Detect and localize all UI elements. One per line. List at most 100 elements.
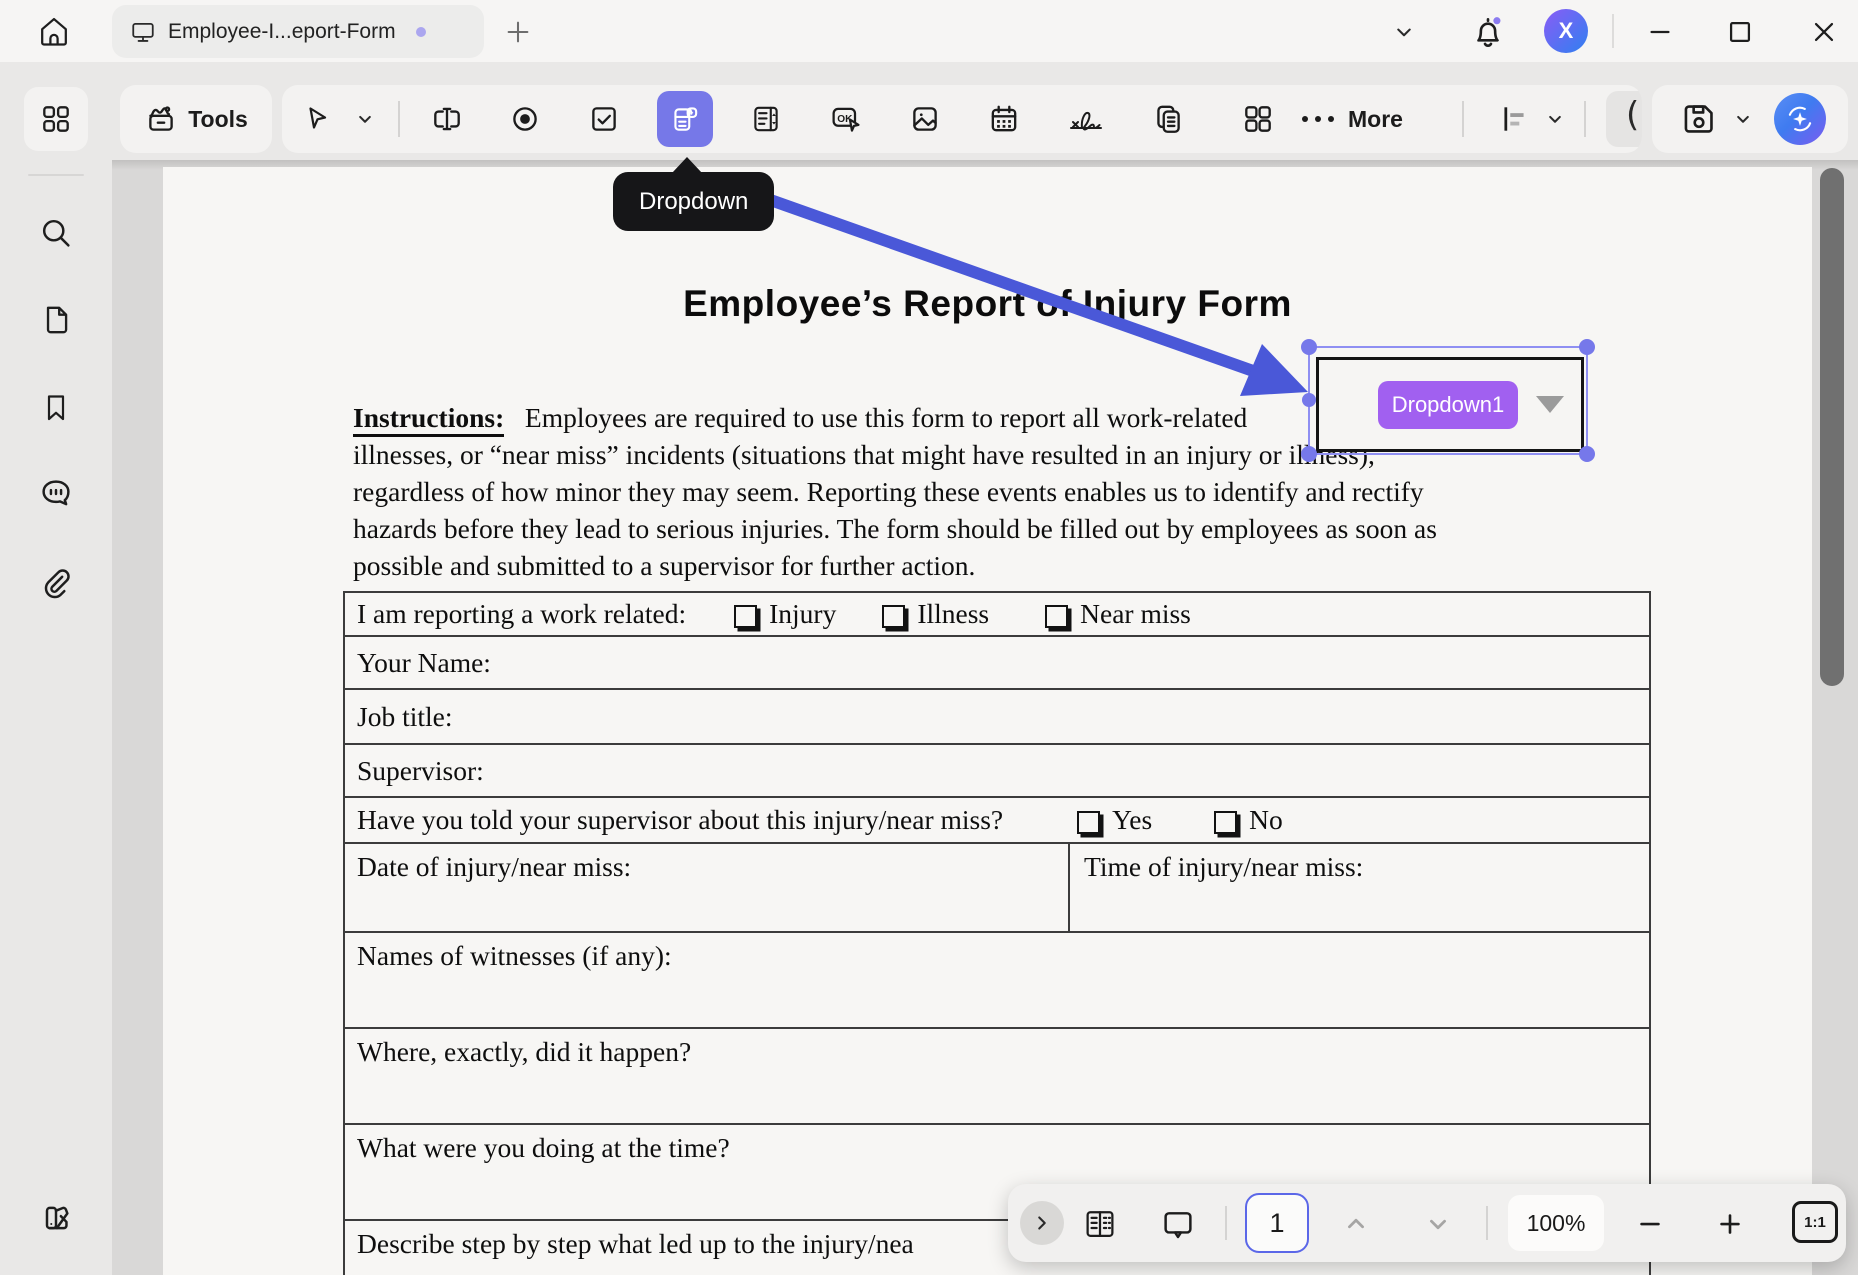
checkbox-glyph bbox=[1045, 605, 1068, 628]
checkbox-glyph bbox=[882, 605, 905, 628]
title-bar: Employee-I...eport-Form bbox=[0, 0, 1858, 62]
home-button[interactable] bbox=[30, 8, 78, 56]
form-tools-group: OK bbox=[282, 85, 1642, 153]
paperclip-icon bbox=[38, 565, 74, 601]
align-tool-button[interactable] bbox=[1494, 99, 1534, 139]
chevron-down-icon bbox=[1423, 1209, 1453, 1239]
avatar-initial: X bbox=[1559, 18, 1574, 44]
checkbox-icon bbox=[587, 102, 621, 136]
copy-fields-tool-button[interactable] bbox=[1140, 91, 1196, 147]
radio-button-tool-button[interactable] bbox=[497, 91, 553, 147]
sidebar-item-attachments[interactable] bbox=[24, 551, 88, 615]
checkbox-glyph bbox=[1214, 811, 1237, 834]
signature-icon bbox=[1066, 99, 1106, 139]
image-field-tool-button[interactable] bbox=[897, 91, 953, 147]
bar-separator bbox=[1486, 1206, 1488, 1240]
actual-size-button[interactable]: 1:1 bbox=[1792, 1201, 1838, 1243]
plus-icon bbox=[503, 17, 533, 47]
page-layout-button[interactable] bbox=[1078, 1204, 1122, 1244]
dropdown1-value[interactable]: Dropdown1 bbox=[1378, 381, 1518, 429]
presentation-icon bbox=[1160, 1206, 1196, 1242]
sidebar-item-search[interactable] bbox=[24, 201, 88, 265]
page-number-input[interactable] bbox=[1245, 1193, 1309, 1253]
minimize-button[interactable] bbox=[1642, 16, 1678, 48]
checkbox-option[interactable]: Near miss bbox=[1045, 598, 1191, 630]
arrange-grid-icon bbox=[1241, 102, 1275, 136]
next-page-button[interactable] bbox=[1416, 1206, 1460, 1242]
list-box-icon bbox=[749, 102, 783, 136]
arrange-fields-tool-button[interactable] bbox=[1230, 91, 1286, 147]
dropdown-arrow-icon[interactable] bbox=[1536, 396, 1564, 413]
table-row[interactable]: Supervisor: bbox=[345, 743, 1649, 796]
zoom-in-button[interactable] bbox=[1706, 1206, 1754, 1242]
save-dropdown[interactable] bbox=[1728, 103, 1758, 135]
color-swatches-icon bbox=[38, 1200, 74, 1236]
align-dropdown[interactable] bbox=[1540, 103, 1570, 135]
sidebar-item-thumbnails[interactable] bbox=[24, 288, 88, 352]
panels-grid-button[interactable] bbox=[24, 87, 88, 151]
more-label: More bbox=[1348, 106, 1403, 133]
row-label: Date of injury/near miss: bbox=[357, 851, 631, 882]
user-avatar[interactable]: X bbox=[1544, 9, 1588, 53]
ai-sparkle-icon bbox=[1783, 102, 1817, 136]
sidebar-item-themes[interactable] bbox=[24, 1186, 88, 1250]
dropdown1-form-field[interactable]: Dropdown1 bbox=[1316, 357, 1584, 452]
sidebar-item-comments[interactable] bbox=[24, 462, 88, 526]
checkbox-option[interactable]: No bbox=[1214, 804, 1283, 836]
document-tab[interactable]: Employee-I...eport-Form bbox=[112, 5, 484, 58]
more-tools-button[interactable]: More bbox=[1300, 91, 1403, 147]
time-cell[interactable]: Time of injury/near miss: bbox=[1068, 844, 1649, 931]
dropdown-tooltip: Dropdown bbox=[613, 172, 774, 231]
toolbar-separator bbox=[1584, 101, 1586, 137]
push-button-icon: OK bbox=[828, 101, 864, 137]
sidebar-item-bookmarks[interactable] bbox=[24, 376, 88, 440]
text-field-icon bbox=[430, 102, 464, 136]
injury-form-table: I am reporting a work related: Injury Il… bbox=[343, 591, 1651, 1275]
comment-icon bbox=[38, 476, 74, 512]
dropdown-tool-button[interactable] bbox=[657, 91, 713, 147]
date-cell[interactable]: Date of injury/near miss: bbox=[345, 844, 1068, 883]
date-field-tool-button[interactable] bbox=[976, 91, 1032, 147]
new-tab-button[interactable] bbox=[500, 14, 536, 50]
row-label: Job title: bbox=[357, 701, 453, 733]
search-icon bbox=[38, 215, 74, 251]
vertical-scrollbar[interactable] bbox=[1820, 168, 1844, 686]
close-button[interactable] bbox=[1806, 16, 1842, 48]
text-field-tool-button[interactable] bbox=[419, 91, 475, 147]
table-row[interactable]: Where, exactly, did it happen? bbox=[345, 1027, 1649, 1123]
sidebar-divider bbox=[28, 174, 84, 176]
table-row[interactable]: Your Name: bbox=[345, 635, 1649, 688]
home-icon bbox=[36, 14, 72, 50]
push-button-tool-button[interactable]: OK bbox=[818, 91, 874, 147]
select-tool-dropdown[interactable] bbox=[350, 103, 380, 135]
maximize-button[interactable] bbox=[1722, 16, 1758, 48]
tabs-dropdown-button[interactable] bbox=[1388, 18, 1420, 46]
toolbox-icon bbox=[144, 102, 178, 136]
checkbox-option[interactable]: Illness bbox=[882, 598, 989, 630]
row-label: Have you told your supervisor about this… bbox=[357, 804, 1003, 836]
signature-field-tool-button[interactable] bbox=[1058, 91, 1114, 147]
tools-menu-button[interactable]: Tools bbox=[120, 85, 272, 153]
ai-assistant-button[interactable] bbox=[1774, 93, 1826, 145]
row-label: What were you doing at the time? bbox=[357, 1132, 730, 1164]
row-label: Describe step by step what led up to the… bbox=[357, 1228, 914, 1260]
zoom-out-button[interactable] bbox=[1626, 1206, 1674, 1242]
save-button[interactable] bbox=[1676, 96, 1722, 142]
checkbox-glyph bbox=[1077, 811, 1100, 834]
notifications-button[interactable] bbox=[1468, 11, 1508, 53]
table-row[interactable]: Job title: bbox=[345, 688, 1649, 743]
zoom-level-field[interactable]: 100% bbox=[1508, 1195, 1604, 1251]
presentation-button[interactable] bbox=[1156, 1204, 1200, 1244]
collapse-bar-button[interactable] bbox=[1020, 1201, 1064, 1245]
left-sidebar bbox=[0, 62, 112, 1275]
previous-page-button[interactable] bbox=[1334, 1206, 1378, 1242]
ellipsis-icon bbox=[1300, 112, 1336, 126]
table-row[interactable]: Names of witnesses (if any): bbox=[345, 931, 1649, 1027]
instructions-line: possible and submitted to a supervisor f… bbox=[353, 547, 1605, 584]
select-tool-button[interactable] bbox=[288, 91, 344, 147]
checkbox-tool-button[interactable] bbox=[576, 91, 632, 147]
checkbox-option[interactable]: Injury bbox=[734, 598, 836, 630]
list-box-tool-button[interactable] bbox=[738, 91, 794, 147]
checkbox-option[interactable]: Yes bbox=[1077, 804, 1152, 836]
cursor-icon bbox=[300, 103, 332, 135]
